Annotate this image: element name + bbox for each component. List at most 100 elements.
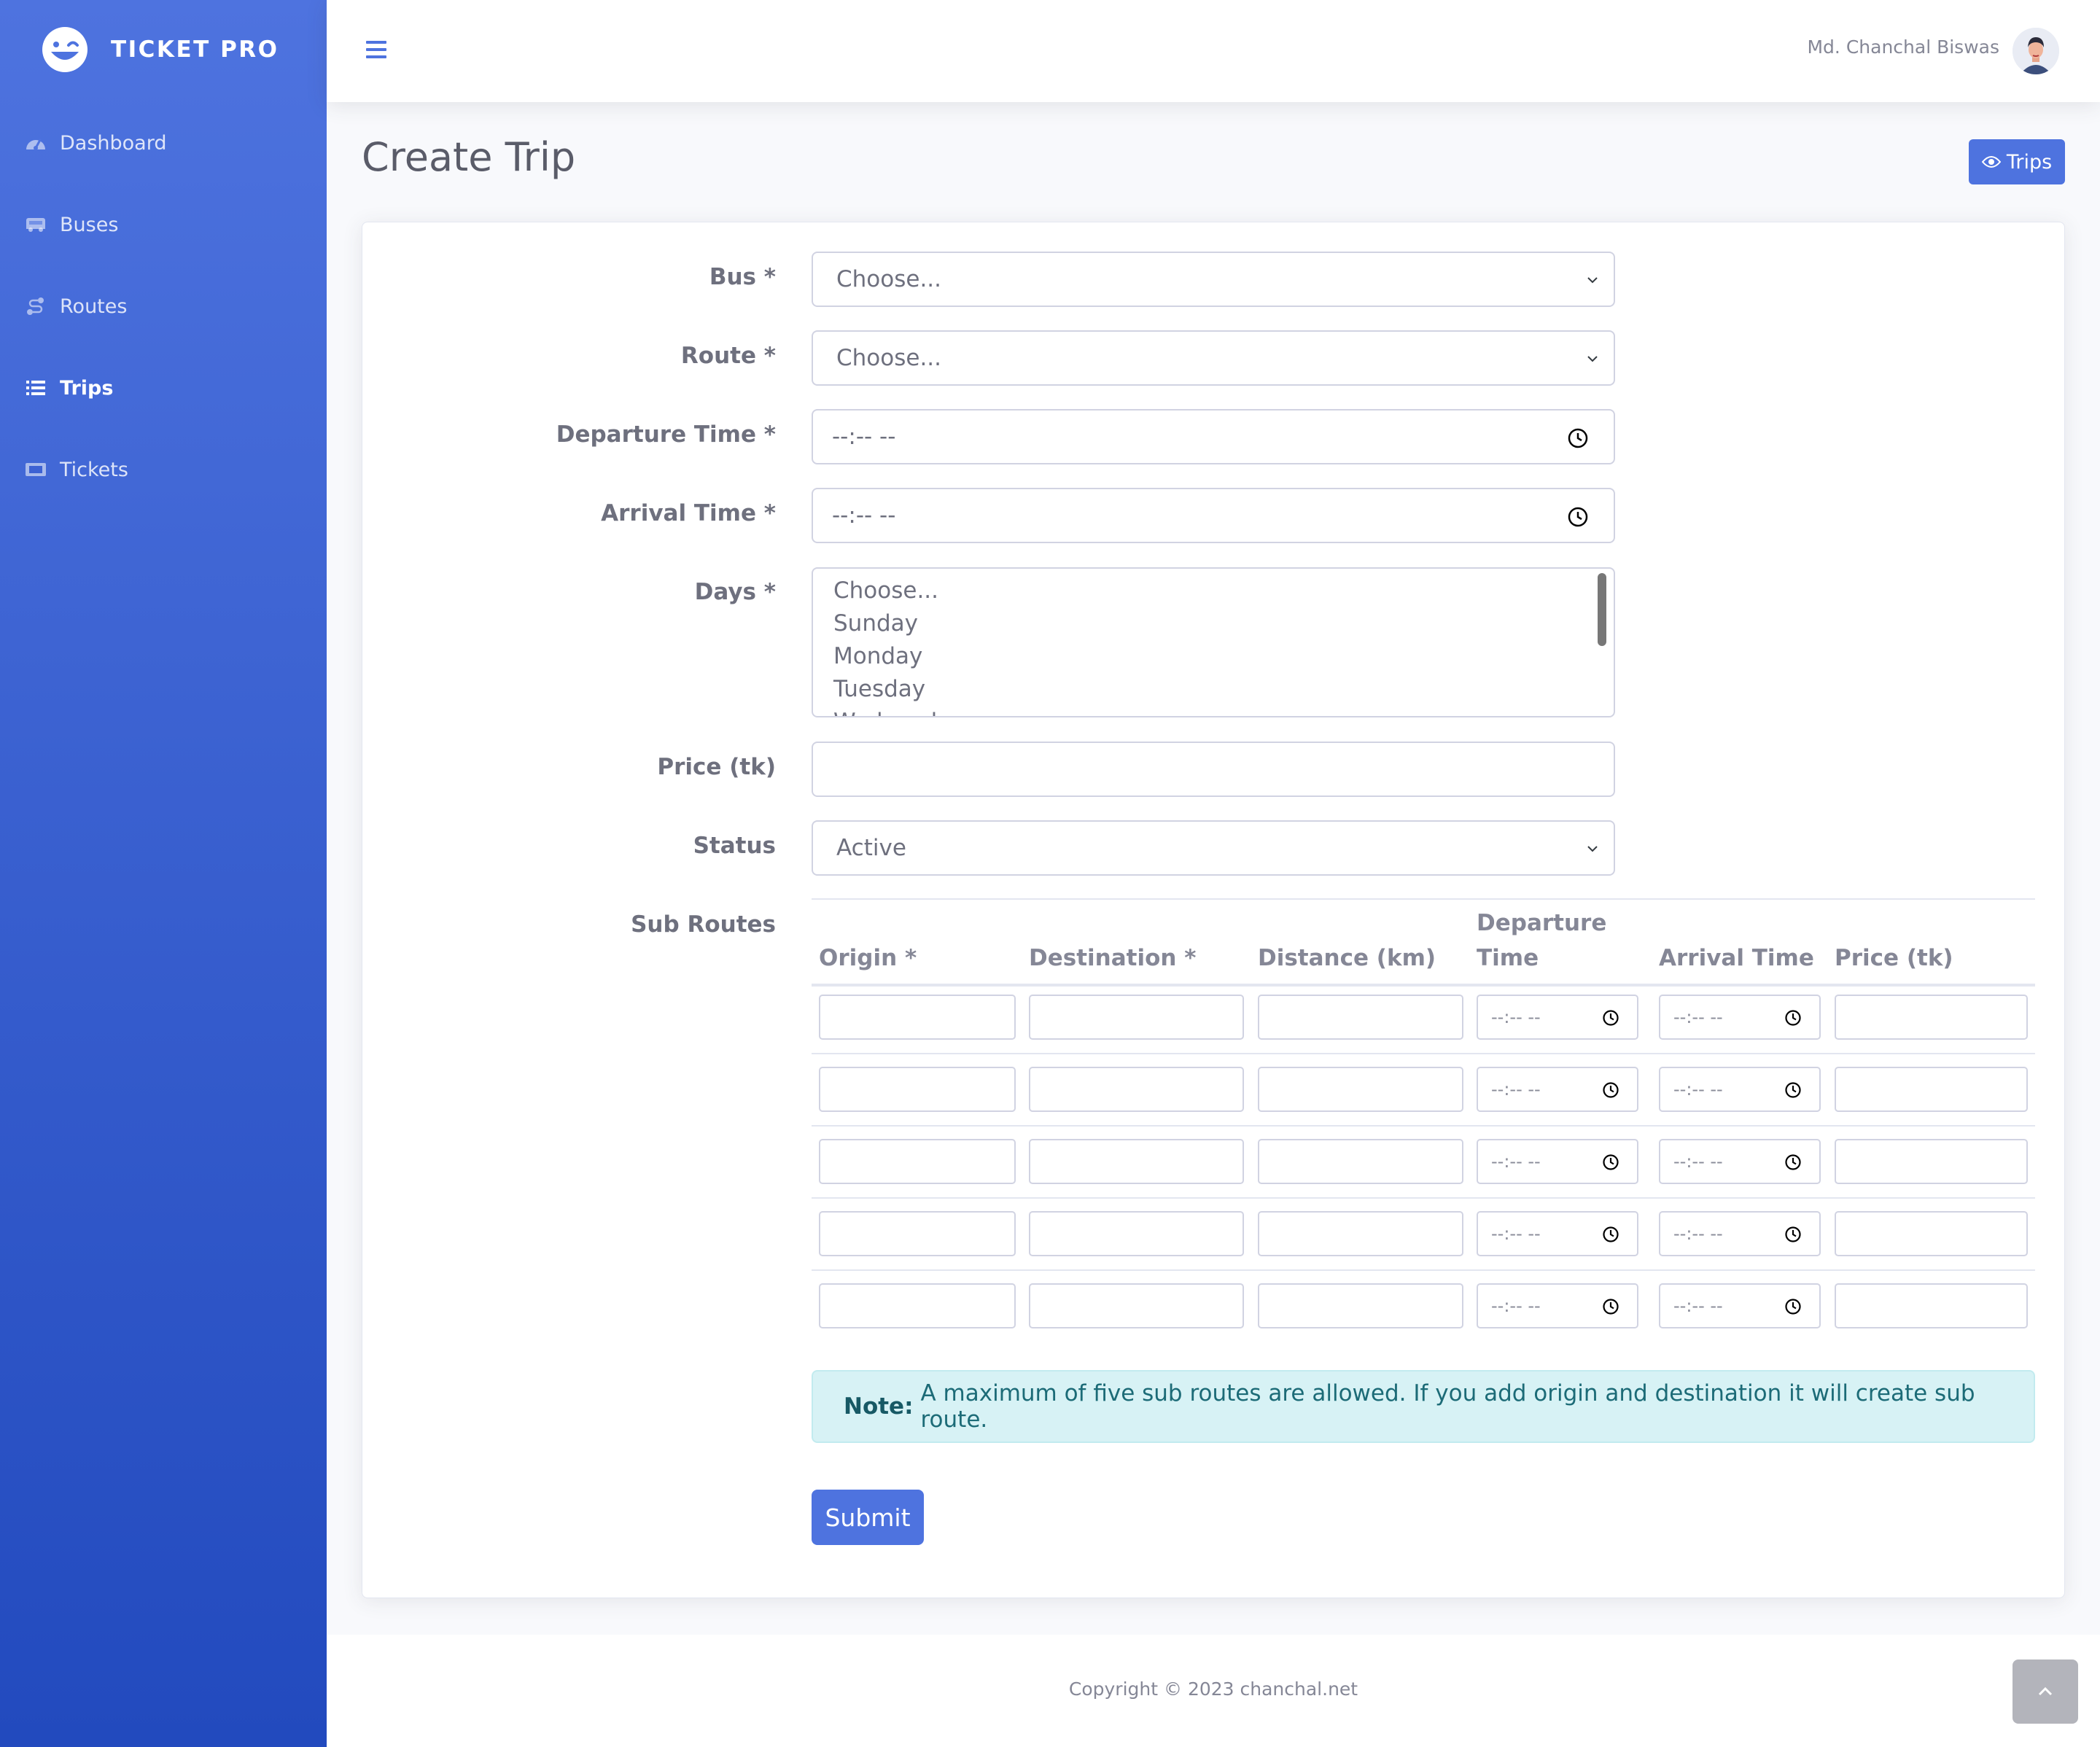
sub-route-destination-input[interactable] — [1029, 1139, 1244, 1184]
days-option[interactable]: Choose... — [833, 577, 938, 604]
sub-route-origin-input[interactable] — [819, 1211, 1016, 1256]
menu-toggle-icon[interactable] — [365, 36, 388, 63]
time-placeholder: --:-- -- — [1491, 1296, 1541, 1316]
row-divider — [812, 1269, 2035, 1271]
sub-route-price-input[interactable] — [1835, 1211, 2028, 1256]
submit-button[interactable]: Submit — [812, 1490, 924, 1545]
sub-route-origin-input[interactable] — [819, 1067, 1016, 1112]
sub-route-distance-input[interactable] — [1258, 1067, 1463, 1112]
sub-route-destination-input[interactable] — [1029, 1067, 1244, 1112]
sidebar-item-label: Trips — [60, 376, 114, 400]
sub-route-arrival-time-input[interactable]: --:-- -- — [1659, 1211, 1821, 1256]
clock-icon[interactable] — [1567, 506, 1589, 528]
sub-route-arrival-time-input[interactable]: --:-- -- — [1659, 1283, 1821, 1328]
sub-route-distance-input[interactable] — [1258, 1283, 1463, 1328]
ticket-icon — [25, 459, 47, 480]
sidebar-item-tickets[interactable]: Tickets — [25, 448, 128, 491]
sidebar-item-label: Routes — [60, 295, 128, 318]
trips-button[interactable]: Trips — [1969, 139, 2065, 184]
brand-name: TICKET PRO — [111, 36, 279, 63]
scroll-to-top-button[interactable] — [2012, 1660, 2078, 1724]
scrollbar[interactable] — [1598, 573, 1606, 646]
days-option[interactable]: Sunday — [833, 610, 918, 637]
time-placeholder: --:-- -- — [1673, 1079, 1723, 1100]
clock-icon[interactable] — [1784, 1081, 1802, 1099]
sub-route-departure-time-input[interactable]: --:-- -- — [1477, 1283, 1638, 1328]
sub-route-destination-input[interactable] — [1029, 1211, 1244, 1256]
sidebar-item-label: Buses — [60, 213, 119, 236]
sub-route-price-input[interactable] — [1835, 1067, 2028, 1112]
avatar[interactable] — [2012, 28, 2059, 74]
clock-icon[interactable] — [1602, 1298, 1619, 1315]
status-select[interactable]: Active — [812, 820, 1615, 876]
route-label: Route * — [680, 343, 776, 369]
sub-route-origin-input[interactable] — [819, 1283, 1016, 1328]
sidebar: TICKET PRO Dashboard Buses Routes Trips … — [0, 0, 327, 1747]
column-header: Arrival Time — [1659, 945, 1814, 971]
days-multiselect[interactable]: Choose... Sunday Monday Tuesday Wednesda… — [812, 567, 1615, 717]
route-select-value: Choose... — [836, 345, 942, 371]
sub-route-arrival-time-input[interactable]: --:-- -- — [1659, 1139, 1821, 1184]
time-placeholder: --:-- -- — [1491, 1223, 1541, 1244]
status-label: Status — [693, 833, 776, 859]
user-name[interactable]: Md. Chanchal Biswas — [1807, 36, 1999, 58]
topbar: Md. Chanchal Biswas — [327, 0, 2100, 102]
chevron-down-icon — [1587, 846, 1598, 852]
time-placeholder: --:-- -- — [1673, 1223, 1723, 1244]
eye-icon — [1981, 156, 2001, 168]
laugh-wink-icon — [42, 27, 88, 72]
sub-route-price-input[interactable] — [1835, 1139, 2028, 1184]
sub-route-distance-input[interactable] — [1258, 1139, 1463, 1184]
days-option[interactable]: Tuesday — [833, 676, 925, 702]
arrival-time-label: Arrival Time * — [601, 500, 776, 526]
bus-select[interactable]: Choose... — [812, 252, 1615, 307]
clock-icon[interactable] — [1602, 1081, 1619, 1099]
sub-route-arrival-time-input[interactable]: --:-- -- — [1659, 995, 1821, 1040]
column-header: Destination * — [1029, 945, 1197, 971]
clock-icon[interactable] — [1784, 1226, 1802, 1243]
clock-icon[interactable] — [1602, 1226, 1619, 1243]
sidebar-item-buses[interactable]: Buses — [25, 203, 118, 246]
sub-route-distance-input[interactable] — [1258, 1211, 1463, 1256]
sidebar-item-trips[interactable]: Trips — [25, 366, 113, 410]
price-label: Price (tk) — [657, 754, 776, 780]
clock-icon[interactable] — [1784, 1298, 1802, 1315]
clock-icon[interactable] — [1602, 1009, 1619, 1027]
sub-route-departure-time-input[interactable]: --:-- -- — [1477, 1067, 1638, 1112]
sub-route-arrival-time-input[interactable]: --:-- -- — [1659, 1067, 1821, 1112]
time-placeholder: --:-- -- — [1491, 1151, 1541, 1172]
brand[interactable]: TICKET PRO — [41, 23, 279, 76]
arrival-time-input[interactable]: --:-- -- — [812, 488, 1615, 543]
sub-route-price-input[interactable] — [1835, 1283, 2028, 1328]
route-select[interactable]: Choose... — [812, 330, 1615, 386]
days-option[interactable]: Wednesday — [833, 709, 964, 716]
days-option[interactable]: Monday — [833, 643, 922, 669]
clock-icon[interactable] — [1784, 1009, 1802, 1027]
clock-icon[interactable] — [1784, 1153, 1802, 1171]
clock-icon[interactable] — [1567, 427, 1589, 449]
sidebar-item-dashboard[interactable]: Dashboard — [25, 121, 166, 165]
sub-route-price-input[interactable] — [1835, 995, 2028, 1040]
divider — [812, 898, 2035, 900]
sub-route-destination-input[interactable] — [1029, 995, 1244, 1040]
footer: Copyright © 2023 chanchal.net — [327, 1635, 2100, 1747]
arrival-time-value: --:-- -- — [832, 502, 896, 529]
row-divider — [812, 1053, 2035, 1054]
sub-route-destination-input[interactable] — [1029, 1283, 1244, 1328]
bus-icon — [25, 214, 47, 236]
sub-route-departure-time-input[interactable]: --:-- -- — [1477, 1211, 1638, 1256]
sub-route-distance-input[interactable] — [1258, 995, 1463, 1040]
sub-route-origin-input[interactable] — [819, 1139, 1016, 1184]
sub-route-departure-time-input[interactable]: --:-- -- — [1477, 995, 1638, 1040]
clock-icon[interactable] — [1602, 1153, 1619, 1171]
sub-route-origin-input[interactable] — [819, 995, 1016, 1040]
departure-time-value: --:-- -- — [832, 424, 896, 450]
sidebar-item-routes[interactable]: Routes — [25, 284, 127, 328]
info-alert: Note: A maximum of five sub routes are a… — [812, 1370, 2035, 1443]
sub-route-departure-time-input[interactable]: --:-- -- — [1477, 1139, 1638, 1184]
time-placeholder: --:-- -- — [1491, 1079, 1541, 1100]
departure-time-input[interactable]: --:-- -- — [812, 409, 1615, 464]
price-input[interactable] — [812, 742, 1615, 797]
time-placeholder: --:-- -- — [1673, 1296, 1723, 1316]
chevron-up-icon — [2038, 1686, 2053, 1696]
